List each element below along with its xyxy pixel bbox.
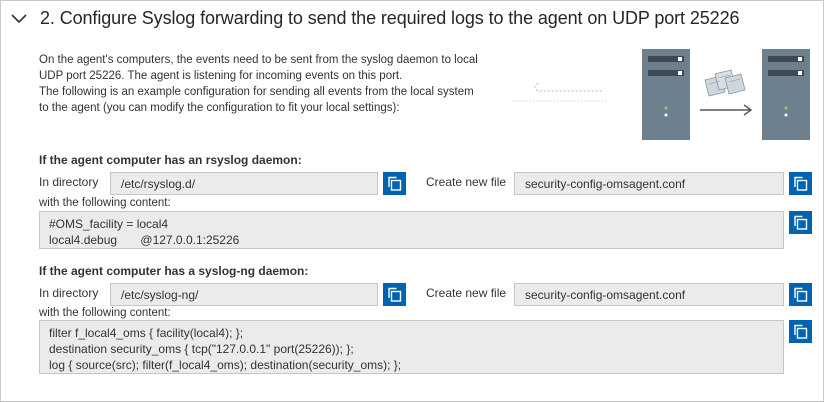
rsyslog-file-label: Create new file	[426, 175, 507, 189]
rsyslog-directory-field[interactable]: /etc/rsyslog.d/	[110, 172, 378, 195]
rsyslog-file-field[interactable]: security-config-omsagent.conf	[514, 172, 784, 195]
syslogng-file-label: Create new file	[426, 286, 507, 300]
config-line: #OMS_facility = local4	[49, 217, 169, 231]
config-line: destination security_oms { tcp("127.0.0.…	[49, 342, 354, 356]
arrow-right-icon	[700, 104, 753, 116]
step-header[interactable]: 2. Configure Syslog forwarding to send t…	[0, 0, 822, 38]
syslogng-file-field[interactable]: security-config-omsagent.conf	[514, 283, 784, 306]
copy-syslogng-content-button[interactable]	[789, 320, 812, 343]
description-line: The following is an example configuratio…	[39, 86, 474, 98]
syslogng-directory-label: In directory	[39, 286, 99, 300]
copy-icon	[794, 287, 808, 302]
copy-icon	[388, 287, 402, 302]
rsyslog-heading: If the agent computer has an rsyslog dae…	[39, 153, 302, 167]
copy-icon	[794, 215, 808, 230]
rsyslog-directory-label: In directory	[39, 175, 99, 189]
server-icon	[762, 49, 810, 140]
copy-icon	[388, 176, 402, 191]
copy-icon	[794, 176, 808, 191]
description-line: UDP port 25226. The agent is listening f…	[39, 70, 403, 82]
syslogng-directory-field[interactable]: /etc/syslog-ng/	[110, 283, 378, 306]
server-icon	[642, 49, 690, 140]
forwarding-illustration	[512, 49, 810, 140]
copy-syslogng-directory-button[interactable]	[383, 283, 406, 306]
copy-rsyslog-directory-button[interactable]	[383, 172, 406, 195]
documents-icon	[704, 69, 746, 97]
copy-icon	[794, 324, 808, 339]
step-description: On the agent's computers, the events nee…	[39, 52, 509, 116]
copy-rsyslog-content-button[interactable]	[789, 211, 812, 234]
config-line: local4.debug @127.0.0.1:25226	[49, 233, 240, 247]
copy-syslogng-file-button[interactable]	[789, 283, 812, 306]
copy-rsyslog-file-button[interactable]	[789, 172, 812, 195]
description-line: On the agent's computers, the events nee…	[39, 54, 478, 66]
rsyslog-content-label: with the following content:	[39, 197, 171, 209]
syslogng-content-box[interactable]: filter f_local4_oms { facility(local4); …	[39, 320, 784, 374]
chevron-down-icon[interactable]	[10, 10, 28, 28]
config-line: log { source(src); filter(f_local4_oms);…	[49, 358, 402, 372]
config-line: filter f_local4_oms { facility(local4); …	[49, 326, 244, 340]
rsyslog-content-box[interactable]: #OMS_facility = local4 local4.debug @127…	[39, 211, 784, 249]
syslogng-content-label: with the following content:	[39, 307, 171, 319]
syslogng-heading: If the agent computer has a syslog-ng da…	[39, 264, 309, 278]
description-line: to the agent (you can modify the configu…	[39, 102, 400, 114]
step-title: 2. Configure Syslog forwarding to send t…	[40, 8, 740, 28]
dotted-connection	[512, 82, 608, 102]
